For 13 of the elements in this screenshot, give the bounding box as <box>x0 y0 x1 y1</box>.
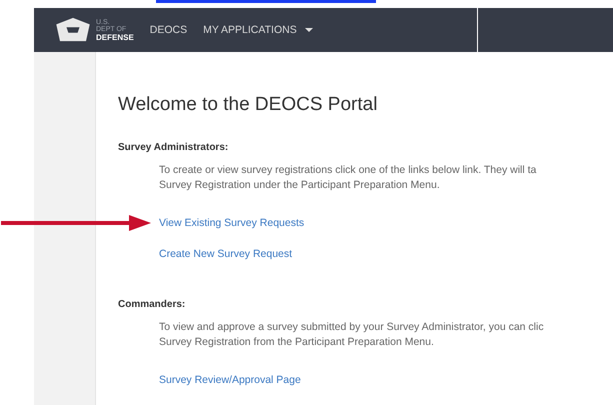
survey-link[interactable]: Create New Survey Request <box>159 248 292 260</box>
caret-icon <box>304 28 313 32</box>
section-heading: Survey Administrators: <box>118 142 230 153</box>
nav-link[interactable]: DEOCS <box>150 24 188 36</box>
section-heading: Commanders: <box>118 299 186 310</box>
nav-dropdown[interactable]: MY APPLICATIONS <box>203 24 313 36</box>
instruction-text: To view and approve a survey submitted by your Survey Administrator, you can clic Survey Registration from the Participant Preparation Menu. <box>159 320 545 350</box>
survey-link[interactable]: View Existing Survey Requests <box>159 216 304 228</box>
logo-text: DEFENSE <box>96 32 134 42</box>
instruction-text: To create or view survey registrations click one of the links below link. They will ta Survey Registration under the Participant Preparation Menu. <box>159 163 538 193</box>
pentagon-icon <box>54 17 92 43</box>
survey-link[interactable]: Survey Review/Approval Page <box>159 374 301 386</box>
page-title: Welcome to the DEOCS Portal <box>118 94 378 116</box>
